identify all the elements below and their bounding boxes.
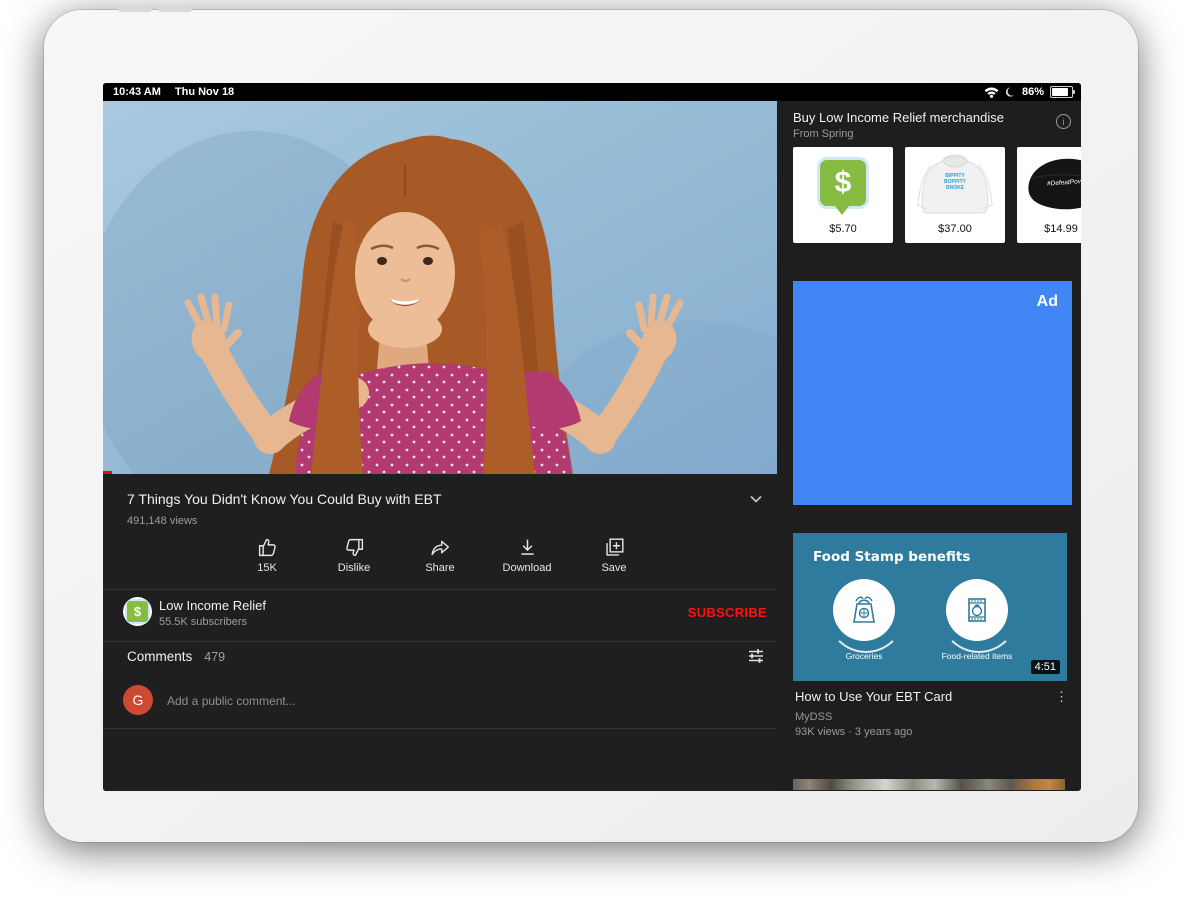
moon-icon xyxy=(1005,87,1016,98)
ad-banner[interactable]: Ad xyxy=(793,281,1072,505)
subscribe-button[interactable]: SUBSCRIBE xyxy=(688,605,767,620)
thumbs-down-icon xyxy=(344,537,365,558)
divider xyxy=(103,641,777,642)
chevron-down-icon[interactable] xyxy=(749,492,763,506)
video-player[interactable] xyxy=(103,101,777,474)
save-label: Save xyxy=(601,562,626,574)
download-icon xyxy=(517,537,538,558)
wifi-icon xyxy=(984,87,999,98)
suggested-video-title[interactable]: How to Use Your EBT Card xyxy=(795,689,1045,704)
dollar-sticker-image: $ xyxy=(793,151,893,215)
merch-price: $5.70 xyxy=(793,223,893,235)
volume-down-button[interactable] xyxy=(158,5,192,12)
food-package-icon xyxy=(959,592,995,628)
merch-item-sticker[interactable]: $ $5.70 xyxy=(793,147,893,243)
share-button[interactable]: Share xyxy=(400,537,480,574)
merch-price: $14.99 xyxy=(1017,223,1081,235)
comments-label: Comments xyxy=(127,649,192,664)
merch-shelf: $ $5.70 BIPPITY BOPPITY BROKE $37.00 xyxy=(793,147,1081,243)
status-bar: 10:43 AM Thu Nov 18 86% xyxy=(103,83,1081,101)
share-label: Share xyxy=(425,562,454,574)
kebab-menu-icon[interactable]: ⋮ xyxy=(1055,689,1068,705)
like-button[interactable]: 15K xyxy=(227,537,307,574)
merch-item-fanny-pack[interactable]: #DefeatPoverty $14.99 xyxy=(1017,147,1081,243)
date: Thu Nov 18 xyxy=(175,86,234,98)
suggested-video-channel: MyDSS xyxy=(795,711,832,723)
divider xyxy=(103,589,777,590)
dislike-label: Dislike xyxy=(338,562,370,574)
screen: 10:43 AM Thu Nov 18 86% xyxy=(103,83,1081,791)
suggested-video-meta: 93K views · 3 years ago xyxy=(795,726,912,738)
hoodie-print-text: BIPPITY BOPPITY BROKE xyxy=(938,173,972,191)
share-icon xyxy=(429,537,451,558)
video-frame-woman-shrugging xyxy=(103,101,777,474)
suggested-video-thumbnail[interactable]: Food Stamp benefits xyxy=(793,533,1067,681)
info-icon[interactable]: i xyxy=(1056,114,1071,129)
dislike-button[interactable]: Dislike xyxy=(314,537,394,574)
food-items-circle xyxy=(946,579,1008,641)
add-comment-field[interactable]: Add a public comment... xyxy=(167,694,296,708)
next-thumbnail-partial[interactable] xyxy=(793,779,1065,790)
thumbs-up-icon xyxy=(257,537,278,558)
user-avatar[interactable]: G xyxy=(123,685,153,715)
sort-comments-icon[interactable] xyxy=(747,647,765,665)
merch-item-hoodie[interactable]: BIPPITY BOPPITY BROKE $37.00 xyxy=(905,147,1005,243)
download-label: Download xyxy=(503,562,552,574)
groceries-label: Groceries xyxy=(823,651,905,661)
divider xyxy=(103,728,777,729)
merch-title: Buy Low Income Relief merchandise xyxy=(793,110,1043,125)
merch-price: $37.00 xyxy=(905,223,1005,235)
food-items-label: Food-related items xyxy=(927,651,1027,661)
battery-percent: 86% xyxy=(1022,86,1044,98)
like-count: 15K xyxy=(257,562,277,574)
comments-header[interactable]: Comments 479 xyxy=(127,649,225,664)
channel-name[interactable]: Low Income Relief xyxy=(159,598,266,613)
merch-subtitle: From Spring xyxy=(793,128,854,140)
channel-avatar[interactable]: $ xyxy=(123,597,152,626)
ad-label: Ad xyxy=(1037,293,1058,311)
watch-panel: 7 Things You Didn't Know You Could Buy w… xyxy=(103,474,777,791)
video-title: 7 Things You Didn't Know You Could Buy w… xyxy=(127,491,717,507)
thumbnail-title: Food Stamp benefits xyxy=(813,549,970,565)
save-button[interactable]: Save xyxy=(574,537,654,574)
tablet-device: 10:43 AM Thu Nov 18 86% xyxy=(44,10,1138,842)
groceries-circle xyxy=(833,579,895,641)
duration-badge: 4:51 xyxy=(1031,660,1060,674)
action-bar: 15K Dislike Share xyxy=(103,534,777,589)
battery-icon xyxy=(1050,86,1073,98)
download-button[interactable]: Download xyxy=(487,537,567,574)
playlist-add-icon xyxy=(604,537,625,558)
sidebar: Buy Low Income Relief merchandise From S… xyxy=(790,101,1081,791)
subscriber-count: 55.5K subscribers xyxy=(159,616,247,628)
volume-up-button[interactable] xyxy=(118,5,152,12)
comments-count: 479 xyxy=(204,650,225,664)
view-count: 491,148 views xyxy=(127,515,197,527)
clock: 10:43 AM xyxy=(113,86,161,98)
grocery-bag-icon xyxy=(846,592,882,628)
